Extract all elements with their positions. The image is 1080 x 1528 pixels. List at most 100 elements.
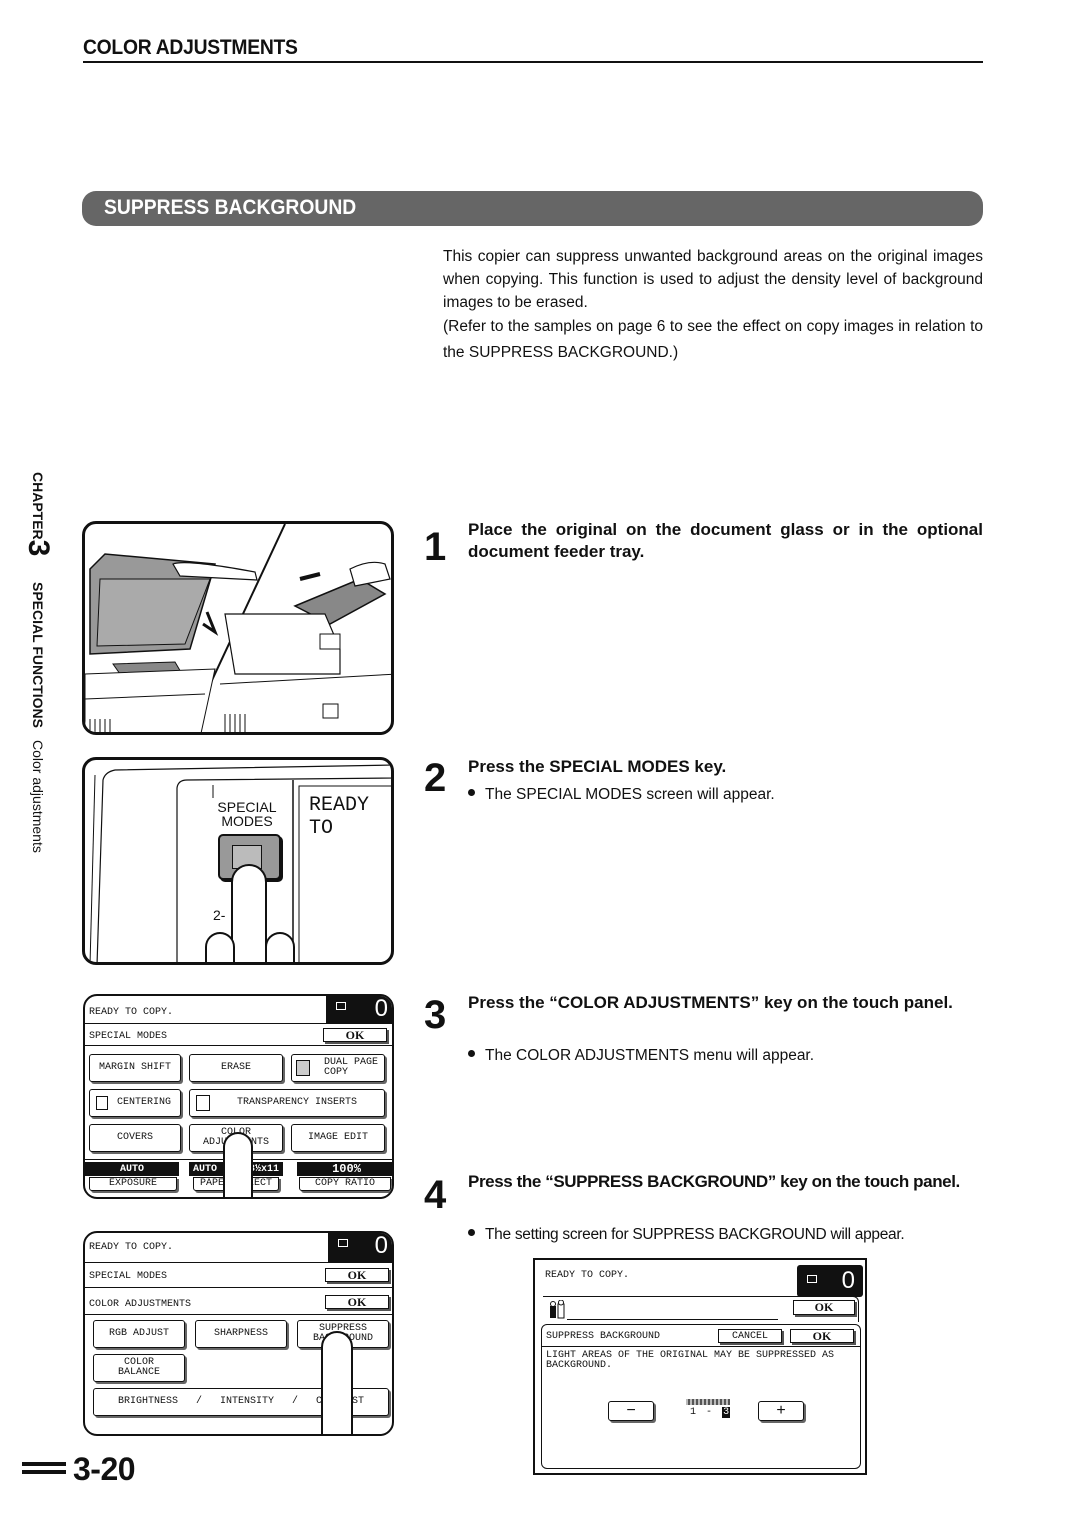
exposure-value: AUTO — [85, 1162, 179, 1176]
copy-ratio-key[interactable]: COPY RATIO — [299, 1177, 391, 1191]
panel-subtitle: COLOR ADJUSTMENTS — [89, 1299, 192, 1310]
decrease-button[interactable]: − — [608, 1401, 654, 1421]
ok-button[interactable]: OK — [325, 1295, 389, 1309]
bullet-icon — [468, 1050, 475, 1058]
step-4-number: 4 — [424, 1173, 447, 1217]
paper-size: 8½x11 — [248, 1163, 279, 1175]
finger-icon — [231, 864, 267, 962]
copy-count-icon — [807, 1275, 817, 1283]
transparency-inserts-key[interactable]: TRANSPARENCY INSERTS — [189, 1089, 385, 1117]
ok-button[interactable]: OK — [793, 1300, 855, 1315]
footer-bars-icon — [22, 1462, 66, 1478]
level-readout: 1 - 3 — [690, 1407, 731, 1418]
chapter-label: CHAPTER — [30, 472, 46, 540]
finger-icon — [321, 1331, 353, 1434]
level-separator: - — [706, 1407, 713, 1418]
transparency-inserts-label: TRANSPARENCY INSERTS — [236, 1097, 358, 1108]
dialog-title-row: SUPPRESS BACKGROUND CANCEL OK — [542, 1325, 860, 1347]
exposure-key[interactable]: EXPOSURE — [89, 1177, 177, 1191]
title-row: SPECIAL MODES OK — [85, 1024, 392, 1046]
copy-count-icon — [336, 1002, 346, 1010]
copy-counter: 0 — [328, 1232, 392, 1263]
step-3-bullet: The COLOR ADJUSTMENTS menu will appear. — [468, 1046, 814, 1066]
centering-icon — [96, 1096, 108, 1110]
status-row: READY TO COPY. 0 — [85, 1233, 392, 1263]
copy-counter: 0 — [326, 995, 392, 1024]
centering-label: CENTERING — [116, 1097, 171, 1108]
transparency-icon — [196, 1095, 210, 1111]
intro-paragraph-1: This copier can suppress unwanted backgr… — [443, 248, 983, 311]
level-value: 3 — [722, 1407, 731, 1418]
chapter-subsection: Color adjustments — [30, 740, 46, 853]
ok-button[interactable]: OK — [325, 1268, 389, 1282]
status-row: READY TO COPY. 0 — [535, 1260, 865, 1297]
illustration-special-modes-key: SPECIAL MODES READY TO 2- ED — [82, 757, 394, 965]
chapter-section: SPECIAL FUNCTIONS — [30, 582, 46, 729]
centering-key[interactable]: CENTERING — [89, 1089, 181, 1117]
step-4-text: Press the “SUPPRESS BACKGROUND” key on t… — [468, 1172, 960, 1191]
title-row-special-modes: SPECIAL MODES OK — [85, 1263, 392, 1288]
topic-banner: SUPPRESS BACKGROUND — [82, 191, 983, 226]
dialog-message: LIGHT AREAS OF THE ORIGINAL MAY BE SUPPR… — [546, 1350, 835, 1371]
illustration-place-original — [82, 521, 394, 735]
copy-count-icon — [338, 1239, 348, 1247]
touch-panel-color-adjustments: READY TO COPY. 0 SPECIAL MODES OK COLOR … — [83, 1231, 394, 1436]
erase-key[interactable]: ERASE — [189, 1054, 283, 1082]
page-number: 3-20 — [73, 1451, 136, 1487]
rgb-adjust-key[interactable]: RGB ADJUST — [93, 1320, 185, 1348]
step-2-text: Press the SPECIAL MODES key. — [468, 757, 727, 776]
color-balance-key[interactable]: COLOR BALANCE — [93, 1354, 185, 1382]
sharpness-key[interactable]: SHARPNESS — [195, 1320, 287, 1348]
image-edit-key[interactable]: IMAGE EDIT — [291, 1124, 385, 1152]
banner-title: SUPPRESS BACKGROUND — [104, 196, 357, 219]
dual-page-copy-key[interactable]: DUAL PAGE COPY — [291, 1054, 385, 1082]
knuckle-icon — [205, 932, 235, 962]
touch-panel-special-modes: READY TO COPY. 0 SPECIAL MODES OK MARGIN… — [83, 994, 394, 1199]
color-adjustments-icon — [549, 1299, 565, 1320]
level-scale-icon — [686, 1399, 730, 1405]
touch-panel-suppress-background: READY TO COPY. 0 OK SUPPRESS BACKGROUND … — [533, 1258, 867, 1475]
ok-button[interactable]: OK — [323, 1028, 387, 1042]
step-2-bullet: The SPECIAL MODES screen will appear. — [468, 785, 775, 805]
step-3-bullet-text: The COLOR ADJUSTMENTS menu will appear. — [485, 1047, 815, 1064]
chapter-side-label: CHAPTER3 SPECIAL FUNCTIONS Color adjustm… — [22, 472, 55, 853]
knuckle-icon — [265, 932, 295, 962]
copy-count: 0 — [841, 1267, 855, 1294]
increase-button[interactable]: + — [758, 1401, 804, 1421]
section-title: COLOR ADJUSTMENTS — [83, 36, 298, 59]
step-2-bullet-text: The SPECIAL MODES screen will appear. — [485, 786, 775, 803]
intro-text: This copier can suppress unwanted backgr… — [443, 245, 983, 366]
margin-shift-key[interactable]: MARGIN SHIFT — [89, 1054, 181, 1082]
level-min: 1 — [690, 1407, 697, 1418]
status-row: READY TO COPY. 0 — [85, 996, 392, 1024]
copy-counter: 0 — [797, 1265, 863, 1297]
dual-page-icon — [296, 1060, 310, 1076]
chapter-number: 3 — [22, 539, 55, 557]
covers-key[interactable]: COVERS — [89, 1124, 181, 1152]
key-label-line-1: SPECIAL — [217, 799, 277, 815]
step-4-bullet-text: The setting screen for SUPPRESS BACKGROU… — [485, 1226, 905, 1243]
bullet-icon — [468, 789, 475, 797]
paper-auto: AUTO — [193, 1163, 218, 1175]
ok-button[interactable]: OK — [790, 1329, 854, 1343]
finger-icon — [223, 1132, 253, 1197]
dialog-title: SUPPRESS BACKGROUND — [546, 1331, 661, 1342]
step-2-number: 2 — [424, 756, 447, 800]
special-modes-key-label: SPECIAL MODES — [211, 800, 283, 828]
step-3-text: Press the “COLOR ADJUSTMENTS” key on the… — [468, 993, 953, 1012]
step-3-number: 3 — [424, 993, 447, 1037]
copy-count: 0 — [374, 1232, 388, 1259]
underline — [567, 1319, 778, 1320]
step-1-number: 1 — [424, 525, 447, 569]
intro-paragraph-2: (Refer to the samples on page 6 to see t… — [443, 318, 983, 361]
title-row-color-adjustments: COLOR ADJUSTMENTS OK — [85, 1291, 392, 1315]
section-rule — [83, 61, 983, 63]
suppress-background-dialog: SUPPRESS BACKGROUND CANCEL OK LIGHT AREA… — [541, 1324, 861, 1469]
copy-count: 0 — [374, 995, 388, 1022]
display-ready-text: READY TO — [309, 794, 370, 840]
cancel-button[interactable]: CANCEL — [718, 1329, 782, 1343]
panel-title: SPECIAL MODES — [89, 1271, 168, 1282]
dual-page-copy-label: DUAL PAGE COPY — [323, 1057, 378, 1078]
step-4-bullet: The setting screen for SUPPRESS BACKGROU… — [468, 1225, 905, 1245]
step-1-text: Place the original on the document glass… — [468, 520, 983, 561]
